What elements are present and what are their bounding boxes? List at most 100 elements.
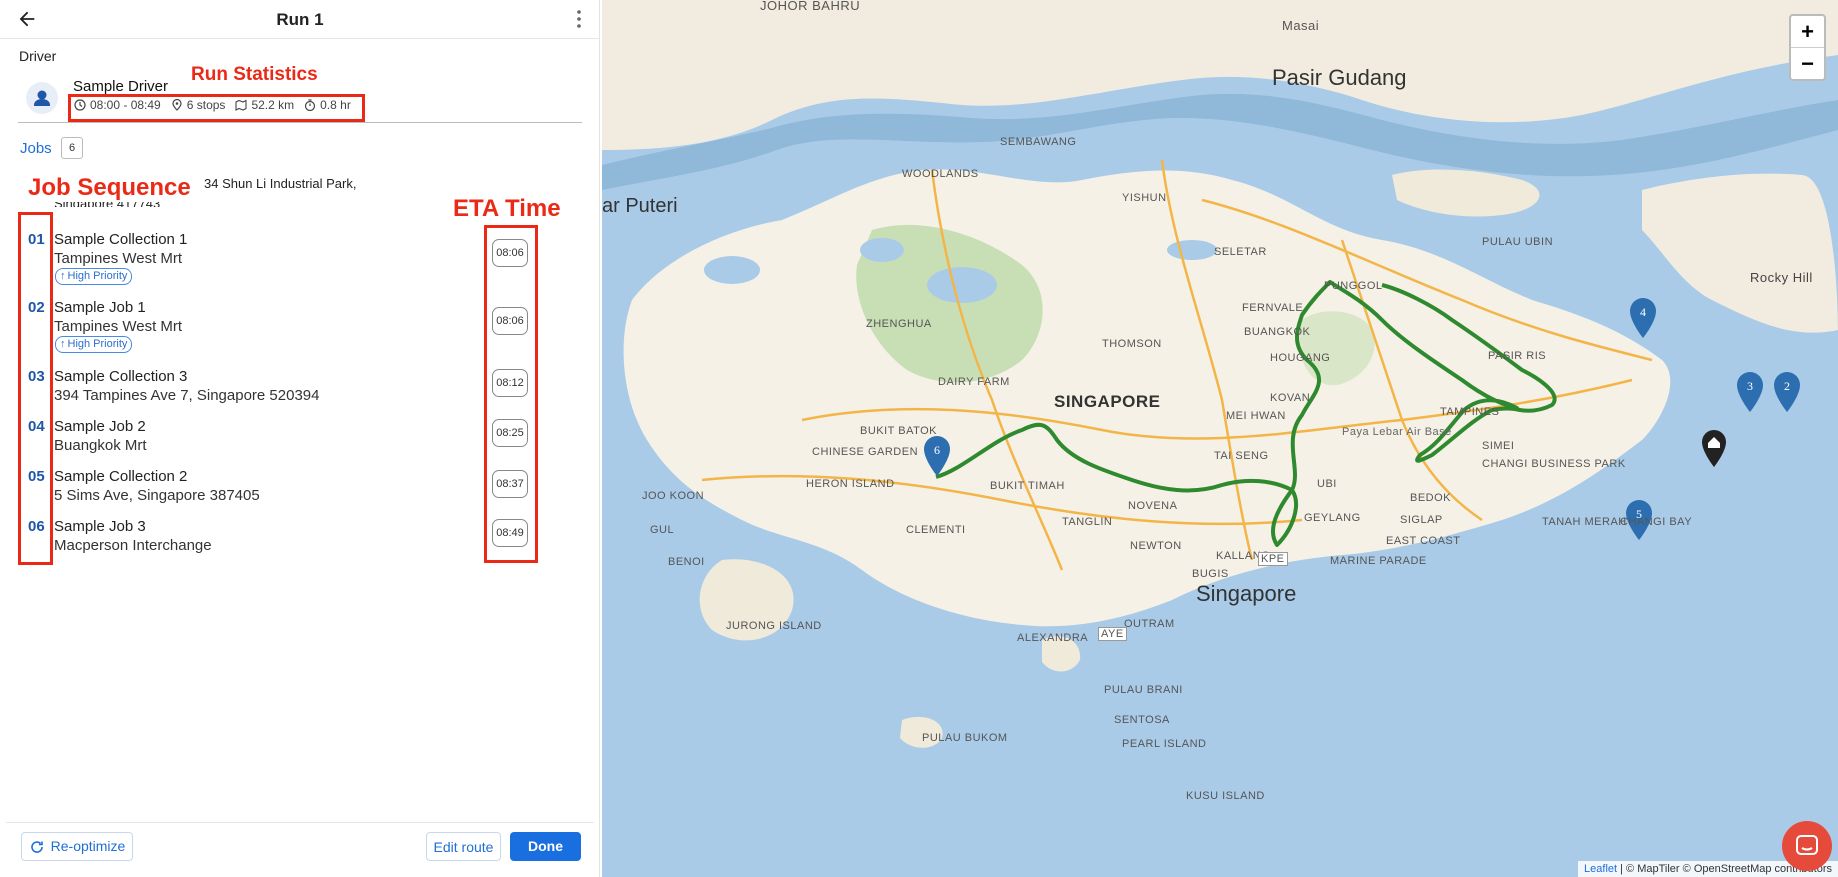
route-map[interactable]: 6 4 2 3 5 Pasir Gudang Masai JOHOR BAHRU… <box>602 0 1838 877</box>
job-address: Buangkok Mrt <box>54 437 147 454</box>
map-label: GEYLANG <box>1304 512 1361 524</box>
driver-name: Sample Driver <box>73 78 169 95</box>
reoptimize-label: Re-optimize <box>50 838 126 854</box>
priority-label: High Priority <box>67 270 128 282</box>
divider <box>18 122 582 123</box>
job-name: Sample Collection 3 <box>54 368 188 385</box>
marker-label: 3 <box>1747 379 1753 393</box>
top-bar: Run 1 <box>0 0 600 39</box>
map-label: TANGLIN <box>1062 516 1113 528</box>
map-label: PASIR RIS <box>1488 350 1547 362</box>
map-label: DAIRY FARM <box>938 376 1010 388</box>
map-label: SIGLAP <box>1400 514 1443 526</box>
map-label: EAST COAST <box>1386 535 1461 547</box>
zoom-in-button[interactable]: + <box>1791 16 1824 48</box>
map-canvas[interactable] <box>602 0 1838 877</box>
map-label: Masai <box>1282 18 1320 33</box>
map-label: BUKIT TIMAH <box>990 480 1065 492</box>
edit-route-button[interactable]: Edit route <box>426 832 501 861</box>
job-address: Tampines West Mrt <box>54 318 183 335</box>
zoom-out-button[interactable]: − <box>1791 48 1824 79</box>
map-label: TAMPINES <box>1440 406 1500 418</box>
map-label: PULAU UBIN <box>1482 236 1554 248</box>
annotation-box-eta <box>484 225 538 563</box>
map-label: HOUGANG <box>1270 352 1331 364</box>
more-options-icon[interactable] <box>576 9 582 29</box>
maptiler-credit[interactable]: © MapTiler <box>1626 863 1680 875</box>
map-label: YISHUN <box>1122 192 1167 204</box>
map-marker-4[interactable]: 4 <box>1628 296 1658 340</box>
annotation-eta-time: ETA Time <box>453 195 561 222</box>
job-name: Sample Job 1 <box>54 299 146 316</box>
map-label: FERNVALE <box>1242 302 1304 314</box>
marker-label: 6 <box>934 443 940 457</box>
map-label: KUSU ISLAND <box>1186 790 1265 802</box>
driver-section-label: Driver <box>19 48 57 64</box>
refresh-icon <box>30 840 43 853</box>
leaflet-link[interactable]: Leaflet <box>1584 863 1617 875</box>
map-label: PULAU BUKOM <box>922 732 1008 744</box>
map-label: BEDOK <box>1410 492 1452 504</box>
map-label: CLEMENTI <box>906 524 966 536</box>
chat-icon <box>1796 835 1818 855</box>
map-label: TANAH MERAH <box>1542 516 1627 528</box>
map-label: THOMSON <box>1102 338 1162 350</box>
map-label: PUNGGOL <box>1324 280 1383 292</box>
map-label: Pasir Gudang <box>1272 65 1407 90</box>
map-label: SIMEI <box>1482 440 1515 452</box>
map-label: ar Puteri <box>602 195 678 217</box>
job-address: 394 Tampines Ave 7, Singapore 520394 <box>54 387 320 404</box>
map-label: Rocky Hill <box>1750 270 1813 285</box>
run-panel: Run 1 Driver Sample Driver 08:00 - 08:49… <box>0 0 600 877</box>
arrow-up-icon: ↑ <box>60 338 66 350</box>
job-address: 5 Sims Ave, Singapore 387405 <box>54 487 260 504</box>
map-label: ALEXANDRA <box>1017 632 1089 644</box>
job-address: Tampines West Mrt <box>54 250 183 267</box>
map-label: MEI HWAN <box>1226 410 1286 422</box>
map-label: GUL <box>650 524 675 536</box>
job-name: Sample Collection 2 <box>54 468 188 485</box>
jobs-count-badge: 6 <box>61 137 83 159</box>
map-label: BUKIT BATOK <box>860 425 938 437</box>
priority-badge: ↑ High Priority <box>55 268 133 285</box>
map-label: OUTRAM <box>1124 618 1175 630</box>
map-marker-6[interactable]: 6 <box>922 434 952 478</box>
depot-home-marker-icon[interactable] <box>1700 428 1728 468</box>
map-label: WOODLANDS <box>902 168 979 180</box>
map-label: SENTOSA <box>1114 714 1170 726</box>
map-label: Singapore <box>1196 581 1297 606</box>
map-label: BUANGKOK <box>1244 326 1311 338</box>
map-label: ZHENGHUA <box>866 318 932 330</box>
marker-label: 2 <box>1784 379 1790 393</box>
map-label: JURONG ISLAND <box>726 620 822 632</box>
map-label: SINGAPORE <box>1054 392 1161 411</box>
map-road-shield: AYE <box>1098 627 1127 641</box>
priority-label: High Priority <box>67 338 128 350</box>
map-label: NOVENA <box>1128 500 1178 512</box>
map-label: PEARL ISLAND <box>1122 738 1207 750</box>
map-label: JOO KOON <box>642 490 705 502</box>
page-title: Run 1 <box>276 10 324 29</box>
reoptimize-button[interactable]: Re-optimize <box>21 832 133 861</box>
marker-label: 4 <box>1640 305 1646 319</box>
annotation-box-stats <box>68 94 365 122</box>
map-label: TAI SENG <box>1214 450 1269 462</box>
map-label: CHANGI BUSINESS PARK <box>1482 458 1626 470</box>
annotation-box-sequence <box>18 212 53 565</box>
annotation-job-sequence: Job Sequence <box>28 174 191 202</box>
map-label: BUGIS <box>1192 568 1229 580</box>
map-marker-2[interactable]: 2 <box>1772 370 1802 414</box>
zoom-control: + − <box>1789 14 1826 81</box>
chat-launcher-button[interactable] <box>1782 821 1832 871</box>
driver-avatar <box>26 82 58 114</box>
jobs-tab[interactable]: Jobs <box>20 140 52 157</box>
map-label: PULAU BRANI <box>1104 684 1183 696</box>
done-button[interactable]: Done <box>510 832 581 861</box>
arrow-up-icon: ↑ <box>60 270 66 282</box>
footer-divider <box>6 822 594 823</box>
map-label: NEWTON <box>1130 540 1182 552</box>
job-name: Sample Collection 1 <box>54 231 188 248</box>
map-marker-3[interactable]: 3 <box>1735 370 1765 414</box>
depot-address-line1: 34 Shun Li Industrial Park, <box>204 176 357 191</box>
map-road-shield: KPE <box>1258 552 1288 566</box>
